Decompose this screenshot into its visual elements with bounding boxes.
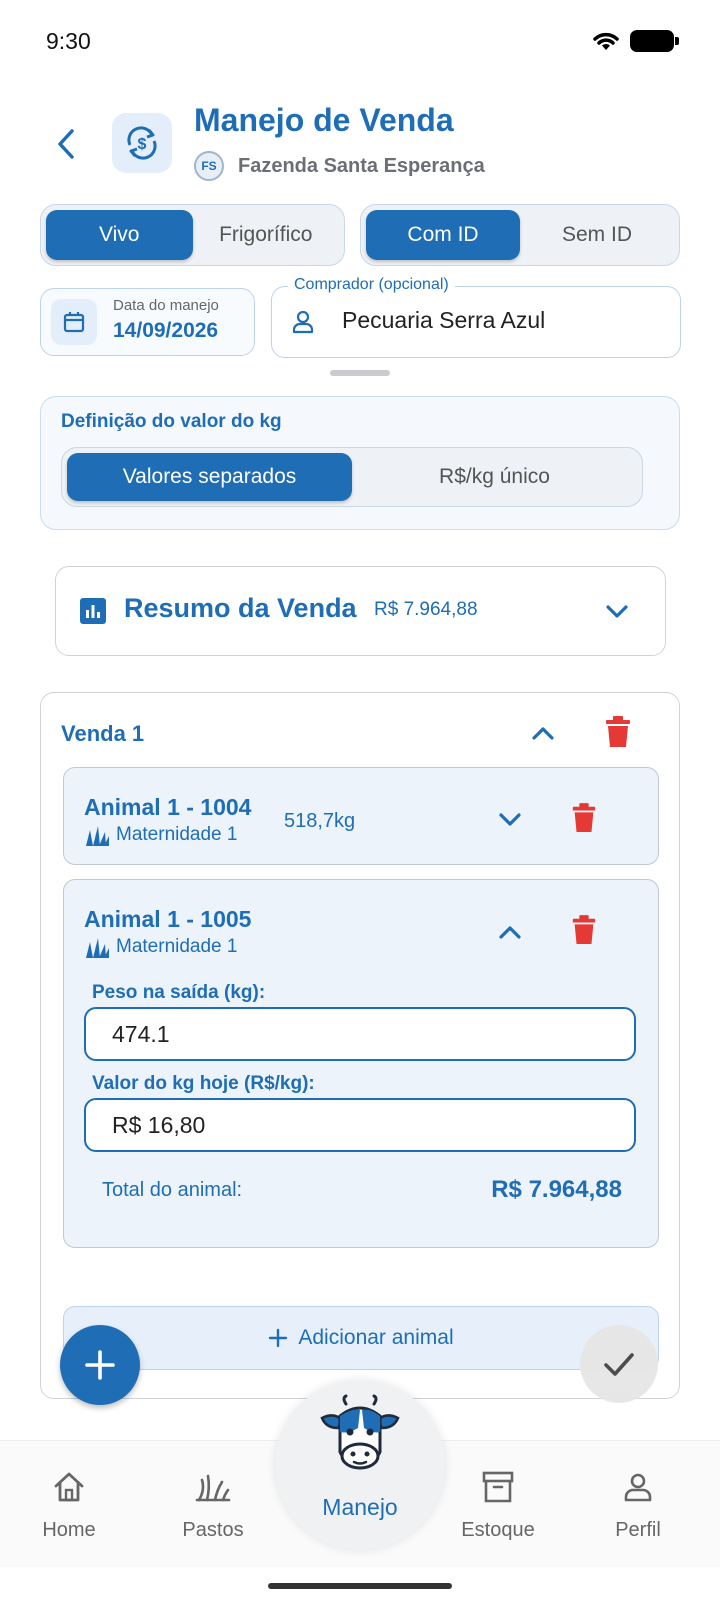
nav-item-estoque[interactable]: Estoque (438, 1441, 558, 1567)
chevron-up-icon[interactable] (529, 719, 557, 747)
animal-title: Animal 1 - 1004 (84, 794, 252, 820)
add-fab-button[interactable] (60, 1325, 140, 1405)
delete-sale-icon[interactable] (603, 715, 633, 749)
back-button[interactable] (48, 122, 84, 166)
animal-pasture: Maternidade 1 (84, 936, 237, 958)
home-icon (52, 1467, 86, 1507)
chevron-up-icon[interactable] (496, 918, 524, 946)
battery-icon (630, 30, 679, 52)
weight-label: Peso na saída (kg): (92, 982, 266, 1003)
cow-icon (320, 1394, 400, 1470)
nav-label-active: Manejo (322, 1494, 398, 1520)
nav-label: Perfil (615, 1519, 661, 1541)
buyer-value: Pecuaria Serra Azul (342, 307, 546, 333)
check-icon (604, 1353, 634, 1376)
sale-card: Venda 1 Animal 1 - 1004 Maternidade 1 51… (40, 692, 680, 1399)
pasture-label: Maternidade 1 (116, 824, 238, 845)
nav-label: Estoque (461, 1519, 535, 1541)
nav-item-manejo[interactable]: Manejo (275, 1380, 445, 1550)
archive-box-icon (481, 1467, 515, 1507)
chevron-left-icon (58, 129, 74, 159)
grass-icon (195, 1467, 231, 1507)
page-title: Manejo de Venda (194, 102, 454, 138)
toggle-frigorifico[interactable]: Frigorífico (193, 210, 340, 260)
summary-total: R$ 7.964,88 (374, 599, 478, 620)
sale-type-toggle: Vivo Frigorífico (40, 204, 345, 266)
sale-sync-icon: $ (112, 113, 172, 173)
toggle-rs-kg-unico[interactable]: R$/kg único (352, 453, 637, 501)
toggle-vivo[interactable]: Vivo (46, 210, 193, 260)
date-value: 14/09/2026 (113, 319, 219, 342)
toggle-valores-separados[interactable]: Valores separados (67, 453, 352, 501)
kg-definition-toggle: Valores separados R$/kg único (61, 447, 643, 507)
animal-card-1004[interactable]: Animal 1 - 1004 Maternidade 1 518,7kg (63, 767, 659, 865)
weight-input[interactable]: 474.1 (84, 1007, 636, 1061)
add-animal-button[interactable]: Adicionar animal (63, 1306, 659, 1370)
svg-text:$: $ (138, 136, 147, 153)
toggle-com-id[interactable]: Com ID (366, 210, 520, 260)
animal-card-1005: Animal 1 - 1005 Maternidade 1 Peso na sa… (63, 879, 659, 1248)
delete-animal-icon[interactable] (570, 914, 598, 946)
bar-chart-icon (80, 598, 106, 624)
plus-icon (85, 1350, 115, 1380)
status-icons (592, 30, 679, 52)
animal-total-value: R$ 7.964,88 (491, 1176, 622, 1203)
animal-title: Animal 1 - 1005 (84, 906, 252, 932)
wifi-icon (593, 32, 619, 50)
price-input[interactable]: R$ 16,80 (84, 1098, 636, 1152)
animal-total-label: Total do animal: (102, 1179, 243, 1201)
status-time: 9:30 (46, 28, 91, 54)
kg-definition-title: Definição do valor do kg (61, 411, 282, 432)
nav-item-perfil[interactable]: Perfil (578, 1441, 698, 1567)
summary-title: Resumo da Venda (124, 593, 357, 623)
nav-item-home[interactable]: Home (9, 1441, 129, 1567)
id-mode-toggle: Com ID Sem ID (360, 204, 680, 266)
kg-definition-card: Definição do valor do kg Valores separad… (40, 396, 680, 530)
date-field[interactable]: Data do manejo 14/09/2026 (40, 288, 255, 356)
drag-handle[interactable] (330, 370, 390, 376)
animal-weight: 518,7kg (284, 810, 356, 832)
nav-item-pastos[interactable]: Pastos (153, 1441, 273, 1567)
chevron-down-icon (606, 605, 628, 618)
plus-icon (269, 1328, 288, 1348)
farm-avatar: FS (194, 151, 224, 181)
buyer-field[interactable]: Comprador (opcional) Pecuaria Serra Azul (271, 276, 681, 358)
price-label: Valor do kg hoje (R$/kg): (92, 1073, 315, 1094)
nav-label: Home (42, 1519, 96, 1541)
confirm-fab-button[interactable] (580, 1325, 658, 1403)
grass-icon (86, 826, 109, 846)
delete-animal-icon[interactable] (570, 802, 598, 834)
sale-summary-card[interactable]: Resumo da Venda R$ 7.964,88 (55, 566, 666, 656)
calendar-icon (51, 299, 97, 345)
sale-title: Venda 1 (61, 721, 145, 746)
toggle-sem-id[interactable]: Sem ID (520, 210, 674, 260)
nav-label: Pastos (182, 1519, 244, 1541)
person-icon (622, 1467, 654, 1507)
add-animal-label: Adicionar animal (298, 1326, 454, 1349)
animal-pasture: Maternidade 1 (84, 824, 237, 846)
grass-icon (86, 938, 109, 958)
farm-name: Fazenda Santa Esperança (238, 155, 485, 177)
pasture-label: Maternidade 1 (116, 936, 238, 957)
date-label: Data do manejo (113, 297, 219, 314)
home-indicator (268, 1583, 452, 1589)
chevron-down-icon[interactable] (496, 805, 524, 833)
person-icon (292, 310, 314, 334)
buyer-label: Comprador (opcional) (288, 276, 455, 294)
